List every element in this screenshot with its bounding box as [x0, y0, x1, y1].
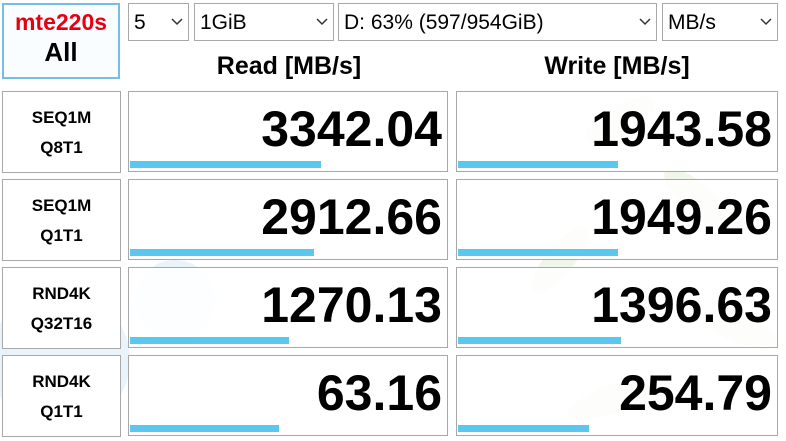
test-button-rnd4k-q1t1[interactable]: RND4K Q1T1	[2, 355, 121, 437]
chevron-down-icon	[316, 18, 328, 26]
read-progress-bar	[130, 161, 321, 168]
test-name: SEQ1M	[31, 108, 92, 127]
read-result-cell: 3342.04	[128, 91, 448, 172]
write-progress-bar	[458, 249, 618, 256]
read-header: Read [MB/s]	[216, 52, 362, 80]
read-progress-bar	[130, 249, 315, 256]
all-button-title: mte220s	[14, 9, 108, 35]
test-size-value: 1GiB	[200, 11, 247, 34]
all-button[interactable]: mte220s All	[2, 3, 120, 79]
write-result-value: 1949.26	[591, 189, 772, 245]
chevron-down-icon	[639, 18, 651, 26]
write-progress-bar	[458, 337, 622, 344]
read-result-value: 63.16	[316, 365, 442, 421]
test-button-seq1m-q1t1[interactable]: SEQ1M Q1T1	[2, 179, 121, 261]
write-progress-bar	[458, 161, 618, 168]
unit-value: MB/s	[668, 11, 716, 34]
read-result-cell: 2912.66	[128, 179, 448, 260]
read-result-value: 2912.66	[261, 189, 442, 245]
test-params: Q1T1	[40, 226, 83, 245]
read-progress-bar	[130, 337, 289, 344]
read-result-cell: 63.16	[128, 355, 448, 436]
write-result-cell: 254.79	[456, 355, 778, 436]
test-name: SEQ1M	[31, 196, 92, 215]
write-progress-bar	[458, 425, 590, 432]
all-button-label: All	[44, 37, 78, 67]
read-result-value: 1270.13	[261, 277, 442, 333]
chevron-down-icon	[760, 18, 772, 26]
unit-select[interactable]: MB/s	[662, 3, 778, 41]
test-params: Q8T1	[40, 138, 83, 157]
read-result-value: 3342.04	[261, 101, 442, 157]
read-progress-bar	[130, 425, 280, 432]
write-result-value: 254.79	[619, 365, 772, 421]
test-name: RND4K	[32, 372, 91, 391]
read-result-cell: 1270.13	[128, 267, 448, 348]
test-params: Q32T16	[30, 314, 93, 333]
test-name: RND4K	[32, 284, 91, 303]
test-count-value: 5	[134, 11, 146, 34]
write-result-cell: 1396.63	[456, 267, 778, 348]
write-header: Write [MB/s]	[544, 52, 690, 80]
test-params: Q1T1	[40, 402, 83, 421]
write-result-value: 1396.63	[591, 277, 772, 333]
test-count-select[interactable]: 5	[128, 3, 189, 41]
drive-value: D: 63% (597/954GiB)	[344, 11, 544, 34]
write-result-cell: 1949.26	[456, 179, 778, 260]
write-result-cell: 1943.58	[456, 91, 778, 172]
write-result-value: 1943.58	[591, 101, 772, 157]
drive-select[interactable]: D: 63% (597/954GiB)	[338, 3, 657, 41]
chevron-down-icon	[171, 18, 183, 26]
test-size-select[interactable]: 1GiB	[194, 3, 334, 41]
test-button-seq1m-q8t1[interactable]: SEQ1M Q8T1	[2, 91, 121, 173]
test-button-rnd4k-q32t16[interactable]: RND4K Q32T16	[2, 267, 121, 349]
